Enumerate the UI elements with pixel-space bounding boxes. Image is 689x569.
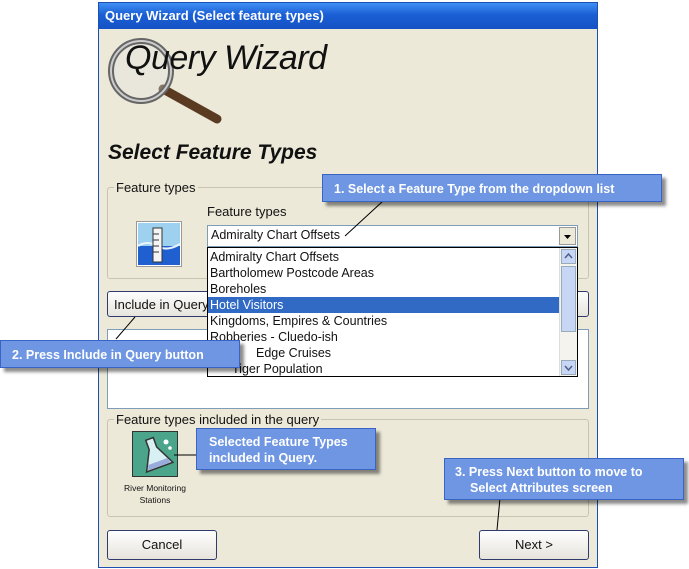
callout-step-1: 1. Select a Feature Type from the dropdo… <box>322 174 662 202</box>
callout-step-2: 2. Press Include in Query button <box>0 340 240 368</box>
callout-selected-types: Selected Feature Types included in Query… <box>196 428 376 470</box>
callout-step-3: 3. Press Next button to move to Select A… <box>444 458 684 500</box>
